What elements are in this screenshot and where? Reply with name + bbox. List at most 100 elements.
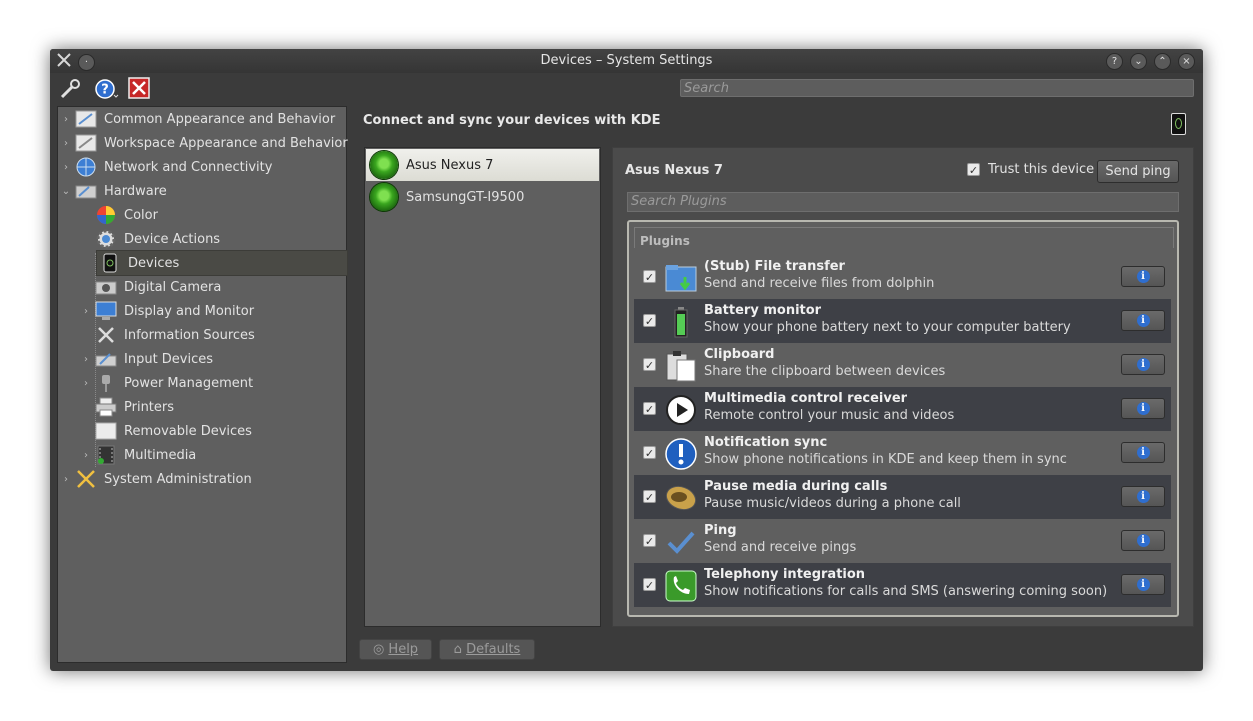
device-status-led-icon: [370, 151, 398, 179]
input-devices-icon: [95, 349, 117, 369]
tools-icon: [95, 325, 117, 345]
plugin-checkbox[interactable]: ✓: [643, 314, 656, 328]
plugin-row-file-transfer[interactable]: ✓ (Stub) File transfer Send and receive …: [634, 255, 1171, 299]
sidebar-item-input-devices[interactable]: › Input Devices: [81, 347, 213, 371]
sidebar-item-device-actions[interactable]: Device Actions: [81, 227, 220, 251]
hardware-icon: [75, 181, 97, 201]
sidebar-item-information-sources[interactable]: Information Sources: [81, 323, 255, 347]
sidebar-item-hardware[interactable]: ⌄ Hardware: [61, 179, 167, 203]
trust-checkbox[interactable]: ✓: [967, 163, 980, 177]
printer-icon: [95, 397, 117, 417]
close-button[interactable]: ×: [1178, 53, 1195, 70]
plugin-checkbox[interactable]: ✓: [643, 490, 656, 504]
title-bar[interactable]: · Devices – System Settings ? ⌄ ⌃ ×: [50, 49, 1203, 73]
info-icon: i: [1136, 402, 1150, 415]
plugin-info-button[interactable]: i: [1121, 266, 1165, 287]
monitor-icon: [95, 301, 117, 321]
plugin-row-multimedia-control[interactable]: ✓ Multimedia control receiver Remote con…: [634, 387, 1171, 431]
plugin-info-button[interactable]: i: [1121, 310, 1165, 331]
info-icon: i: [1136, 314, 1150, 327]
sidebar-item-display-monitor[interactable]: › Display and Monitor: [81, 299, 254, 323]
removable-drive-icon: [95, 421, 117, 441]
maximize-button[interactable]: ⌃: [1154, 53, 1171, 70]
info-icon: i: [1136, 446, 1150, 459]
sidebar-item-digital-camera[interactable]: Digital Camera: [81, 275, 221, 299]
sidebar-item-power-management[interactable]: › Power Management: [81, 371, 253, 395]
expand-arrow-icon[interactable]: ›: [81, 450, 91, 461]
plugin-row-pause-media[interactable]: ✓ Pause media during calls Pause music/v…: [634, 475, 1171, 519]
search-plugins-input[interactable]: Search Plugins: [627, 192, 1179, 212]
plugin-row-notification-sync[interactable]: ✓ Notification sync Show phone notificat…: [634, 431, 1171, 475]
plugin-row-battery-monitor[interactable]: ✓ Battery monitor Show your phone batter…: [634, 299, 1171, 343]
system-settings-window: · Devices – System Settings ? ⌄ ⌃ × ? Se…: [50, 49, 1203, 671]
color-wheel-icon: [95, 205, 117, 225]
telephone-icon: [664, 569, 698, 603]
notification-icon: [664, 437, 698, 471]
info-icon: i: [1136, 534, 1150, 547]
sidebar-item-system-administration[interactable]: › System Administration: [61, 467, 252, 491]
plugin-row-telephony[interactable]: ✓ Telephony integration Show notificatio…: [634, 563, 1171, 607]
sidebar-item-removable-devices[interactable]: Removable Devices: [81, 419, 252, 443]
window-title: Devices – System Settings: [540, 53, 713, 68]
device-list: Asus Nexus 7 SamsungGT-I9500: [364, 147, 601, 627]
page-heading: Connect and sync your devices with KDE: [363, 113, 661, 128]
sidebar-item-printers[interactable]: Printers: [81, 395, 174, 419]
sidebar-item-workspace-appearance[interactable]: › Workspace Appearance and Behavior: [61, 131, 348, 155]
search-input[interactable]: Search: [680, 79, 1194, 97]
context-help-button[interactable]: ?: [1106, 53, 1123, 70]
minimize-button[interactable]: ⌄: [1130, 53, 1147, 70]
configure-icon[interactable]: [58, 77, 84, 101]
plugin-checkbox[interactable]: ✓: [643, 402, 656, 416]
expand-arrow-icon[interactable]: ›: [61, 162, 71, 173]
plugin-row-ping[interactable]: ✓ Ping Send and receive pings i: [634, 519, 1171, 563]
device-name-label: Asus Nexus 7: [625, 163, 723, 178]
quit-icon[interactable]: [128, 77, 154, 101]
plugin-checkbox[interactable]: ✓: [643, 270, 656, 284]
sidebar-item-common-appearance[interactable]: › Common Appearance and Behavior: [61, 107, 335, 131]
expand-arrow-icon[interactable]: ›: [61, 474, 71, 485]
plugin-info-button[interactable]: i: [1121, 486, 1165, 507]
expand-arrow-icon[interactable]: ›: [81, 306, 91, 317]
expand-arrow-icon[interactable]: ›: [81, 378, 91, 389]
defaults-icon: ⌂: [453, 642, 462, 657]
plugin-row-clipboard[interactable]: ✓ Clipboard Share the clipboard between …: [634, 343, 1171, 387]
plugin-info-button[interactable]: i: [1121, 574, 1165, 595]
clipboard-icon: [664, 349, 698, 383]
sidebar-item-network[interactable]: › Network and Connectivity: [61, 155, 272, 179]
device-item-samsung[interactable]: SamsungGT-I9500: [366, 181, 599, 213]
plugin-checkbox[interactable]: ✓: [643, 358, 656, 372]
expand-arrow-icon[interactable]: ›: [61, 138, 71, 149]
sidebar-item-color[interactable]: Color: [81, 203, 158, 227]
network-globe-icon: [75, 157, 97, 177]
help-icon[interactable]: ?: [94, 77, 120, 101]
plugin-info-button[interactable]: i: [1121, 530, 1165, 551]
plugin-info-button[interactable]: i: [1121, 354, 1165, 375]
sidebar-item-devices[interactable]: Devices: [96, 250, 348, 276]
phone-icon: [99, 253, 121, 273]
send-ping-button[interactable]: Send ping: [1097, 160, 1179, 183]
device-item-asus-nexus-7[interactable]: Asus Nexus 7: [366, 149, 599, 181]
info-icon: i: [1136, 578, 1150, 591]
collapse-arrow-icon[interactable]: ⌄: [61, 186, 71, 197]
battery-icon: [664, 305, 698, 339]
defaults-button[interactable]: ⌂ Defaults: [439, 639, 535, 660]
system-admin-icon: [75, 469, 97, 489]
play-icon: [664, 393, 698, 427]
info-icon: i: [1136, 270, 1150, 283]
help-button[interactable]: ◎ Help: [359, 639, 432, 660]
trust-device-toggle[interactable]: ✓ Trust this device: [967, 162, 1094, 177]
appearance-icon: [75, 109, 97, 129]
device-actions-icon: [95, 229, 117, 249]
device-status-led-icon: [370, 183, 398, 211]
expand-arrow-icon[interactable]: ›: [61, 114, 71, 125]
plugin-checkbox[interactable]: ✓: [643, 578, 656, 592]
plugin-checkbox[interactable]: ✓: [643, 534, 656, 548]
expand-arrow-icon[interactable]: ›: [81, 354, 91, 365]
plugin-info-button[interactable]: i: [1121, 398, 1165, 419]
plugin-info-button[interactable]: i: [1121, 442, 1165, 463]
speaker-icon: [664, 481, 698, 515]
svg-text:?: ?: [101, 83, 109, 98]
sidebar-item-multimedia[interactable]: › Multimedia: [81, 443, 196, 467]
plugin-checkbox[interactable]: ✓: [643, 446, 656, 460]
trust-label: Trust this device: [988, 162, 1095, 177]
